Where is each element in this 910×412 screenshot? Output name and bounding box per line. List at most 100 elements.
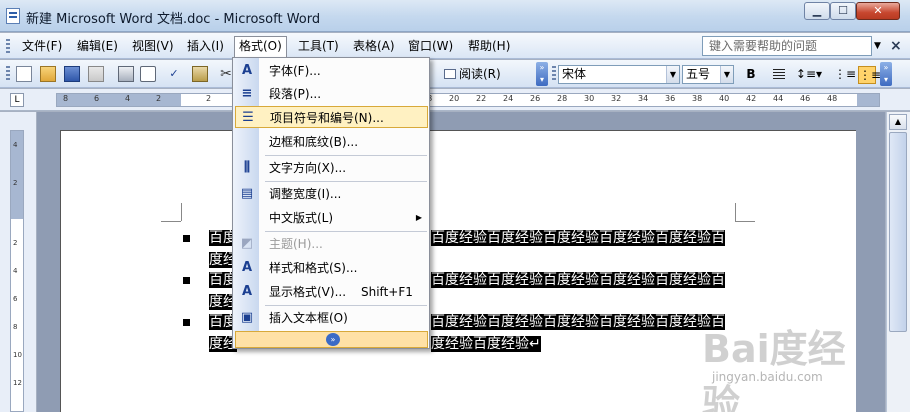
- horizontal-ruler-row: L 8 6 4 2 2 4 6 8 10 12 14 16 18 20 22 2…: [0, 89, 910, 111]
- align-justify-icon[interactable]: [770, 66, 788, 84]
- list-item-continuation[interactable]: 百度经验百度经验百度经验百度经验百度经验百: [431, 311, 725, 333]
- ruler-number: 28: [557, 94, 568, 103]
- crop-mark: [161, 221, 181, 222]
- vruler-number: 4: [13, 267, 18, 275]
- toolbar-options-button[interactable]: » ▾: [536, 62, 548, 86]
- maximize-button[interactable]: ☐: [830, 2, 856, 20]
- list-item-continuation[interactable]: 百度经验百度经验百度经验百度经验百度经验百: [431, 269, 725, 291]
- print-icon[interactable]: [118, 66, 134, 82]
- read-button[interactable]: 阅读(R): [444, 65, 501, 83]
- bold-button[interactable]: B: [742, 66, 760, 84]
- font-size-value: 五号: [686, 67, 711, 81]
- menubar-grip[interactable]: [6, 39, 10, 53]
- menu-item-label: 插入文本框(O): [269, 311, 348, 325]
- chevron-down-icon[interactable]: ▼: [720, 66, 733, 83]
- ruler-left-margin: [57, 94, 181, 106]
- selected-text[interactable]: 百度经验百度经验百度经验百度经验百度经验百: [431, 272, 725, 288]
- selected-text[interactable]: 百度经验百度经验百度经验百度经验百度经验百: [431, 314, 725, 330]
- fit-width-icon: ▤: [240, 186, 254, 201]
- menu-item-borders-shading[interactable]: 边框和底纹(B)...: [235, 131, 428, 153]
- menu-item-font[interactable]: A 字体(F)...: [235, 60, 428, 82]
- list-item-continuation[interactable]: 百度经验百度经验百度经验百度经验百度经验百: [431, 227, 725, 249]
- menu-table[interactable]: 表格(A): [349, 37, 399, 57]
- vruler-number: 8: [13, 323, 18, 331]
- ruler-number: 40: [719, 94, 730, 103]
- font-name-select[interactable]: 宋体 ▼: [558, 65, 680, 84]
- bullets-icon: ☰: [242, 110, 254, 125]
- format-toolbar-options-button[interactable]: » ▾: [880, 62, 892, 86]
- bullet-marker: [183, 277, 190, 284]
- line-spacing-icon[interactable]: ↕≡▾: [794, 66, 824, 84]
- minimize-button[interactable]: ▁: [804, 2, 830, 20]
- menu-format[interactable]: 格式(O): [234, 36, 287, 59]
- menu-tools[interactable]: 工具(T): [294, 37, 343, 57]
- menu-item-fit-width[interactable]: ▤ 调整宽度(I)...: [235, 183, 428, 205]
- menu-item-paragraph[interactable]: ≡ 段落(P)...: [235, 83, 428, 105]
- menu-edit[interactable]: 编辑(E): [73, 37, 122, 57]
- menu-view[interactable]: 视图(V): [128, 37, 178, 57]
- ruler-number: 2: [156, 94, 162, 103]
- scrollbar-thumb[interactable]: [889, 132, 907, 332]
- menu-file[interactable]: 文件(F): [18, 37, 66, 57]
- close-button[interactable]: ✕: [856, 2, 900, 20]
- menu-item-styles-formatting[interactable]: A 样式和格式(S)...: [235, 257, 428, 279]
- menu-item-bullets-numbering[interactable]: ☰ 项目符号和编号(N)...: [235, 106, 428, 128]
- word-document-icon: [6, 8, 20, 24]
- bullet-marker: [183, 319, 190, 326]
- title-bar: 新建 Microsoft Word 文档.doc - Microsoft Wor…: [0, 0, 910, 32]
- help-dropdown-icon[interactable]: ▼: [874, 41, 881, 51]
- open-folder-icon[interactable]: [40, 66, 56, 82]
- ruler-number: 24: [503, 94, 514, 103]
- menu-item-text-direction[interactable]: ⫼ 文字方向(X)...: [235, 157, 428, 179]
- submenu-arrow-icon: ▶: [415, 213, 422, 222]
- text-direction-icon: ⫼: [244, 160, 250, 175]
- print-preview-icon[interactable]: [140, 66, 156, 82]
- menu-item-label: 中文版式(L): [269, 211, 334, 225]
- document-close-button[interactable]: ×: [890, 38, 902, 54]
- selected-text[interactable]: 度经验百度经验↵: [431, 336, 541, 352]
- toolbar-grip[interactable]: [6, 66, 10, 82]
- ruler-number: 2: [206, 94, 212, 103]
- menu-item-label: 调整宽度(I)...: [269, 187, 342, 201]
- permission-icon[interactable]: [88, 66, 104, 82]
- list-item-wrap-continuation[interactable]: 度经验百度经验↵: [431, 333, 541, 355]
- ruler-number: 30: [584, 94, 595, 103]
- menu-item-insert-textbox[interactable]: ▣ 插入文本框(O): [235, 307, 428, 329]
- help-search-input[interactable]: 键入需要帮助的问题: [702, 36, 872, 56]
- ruler-number: 32: [611, 94, 622, 103]
- menu-separator: [265, 305, 427, 306]
- save-icon[interactable]: [64, 66, 80, 82]
- ruler-number: 34: [638, 94, 649, 103]
- menu-item-chinese-layout[interactable]: 中文版式(L) ▶: [235, 207, 428, 229]
- research-icon[interactable]: [192, 66, 208, 82]
- vruler-number: 2: [13, 239, 18, 247]
- read-label: 阅读(R): [459, 67, 501, 81]
- font-size-select[interactable]: 五号 ▼: [682, 65, 734, 84]
- vruler-number: 6: [13, 295, 18, 303]
- scroll-up-button[interactable]: ▲: [889, 114, 907, 130]
- expand-chevron-icon: »: [326, 333, 340, 346]
- numbering-icon[interactable]: ⋮≡: [834, 66, 856, 84]
- vertical-ruler[interactable]: 4 2 2 4 6 8 10 12: [10, 130, 24, 412]
- menu-help[interactable]: 帮助(H): [464, 37, 514, 57]
- format-toolbar-grip[interactable]: [552, 66, 556, 82]
- vertical-scrollbar[interactable]: ▲: [886, 112, 910, 412]
- font-icon: A: [241, 63, 253, 78]
- new-document-icon[interactable]: [16, 66, 32, 82]
- menu-insert[interactable]: 插入(I): [183, 37, 228, 57]
- bullets-icon[interactable]: ⋮≡: [858, 66, 881, 84]
- expand-menu-button[interactable]: »: [235, 331, 428, 348]
- reveal-format-icon: A: [241, 284, 253, 299]
- selected-text[interactable]: 百度经验百度经验百度经验百度经验百度经验百: [431, 230, 725, 246]
- ruler-number: 20: [449, 94, 460, 103]
- ruler-number: 8: [63, 94, 69, 103]
- horizontal-ruler[interactable]: 8 6 4 2 2 4 6 8 10 12 14 16 18 20 22 24 …: [56, 93, 880, 107]
- window-title: 新建 Microsoft Word 文档.doc - Microsoft Wor…: [26, 12, 321, 27]
- menu-window[interactable]: 窗口(W): [404, 37, 457, 57]
- spelling-icon[interactable]: ✓: [166, 66, 182, 82]
- ruler-number: 46: [800, 94, 811, 103]
- chevron-down-icon[interactable]: ▼: [666, 66, 679, 83]
- ruler-number: 44: [773, 94, 784, 103]
- tab-selector[interactable]: L: [10, 93, 24, 107]
- menu-item-reveal-formatting[interactable]: A 显示格式(V)... Shift+F1: [235, 281, 428, 303]
